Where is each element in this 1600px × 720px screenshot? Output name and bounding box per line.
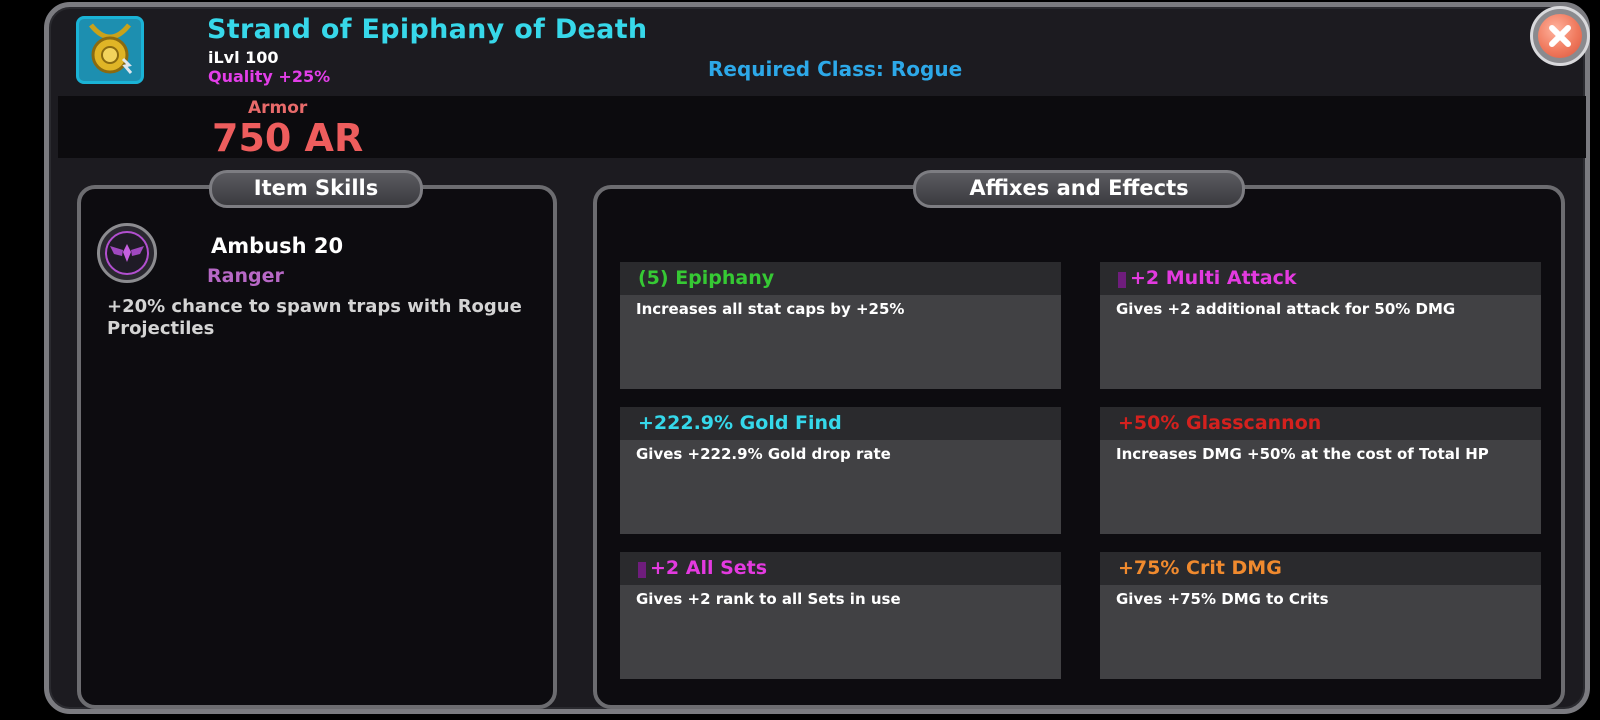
affix-card: +2 Multi Attack Gives +2 additional atta… bbox=[1100, 262, 1541, 389]
affix-card: +50% Glasscannon Increases DMG +50% at t… bbox=[1100, 407, 1541, 534]
affixes-tab: Affixes and Effects bbox=[913, 170, 1245, 208]
affix-description: Gives +2 additional attack for 50% DMG bbox=[1116, 300, 1456, 318]
gem-socket-icon bbox=[1118, 272, 1126, 288]
close-button[interactable] bbox=[1530, 6, 1590, 66]
affix-title: +2 Multi Attack bbox=[1100, 262, 1541, 295]
affix-description: Gives +2 rank to all Sets in use bbox=[636, 590, 901, 608]
close-icon[interactable] bbox=[1543, 19, 1577, 53]
gem-socket-icon bbox=[638, 562, 646, 578]
affix-description: Increases all stat caps by +25% bbox=[636, 300, 905, 318]
affix-title: (5) Epiphany bbox=[620, 262, 1061, 295]
affix-card: +75% Crit DMG Gives +75% DMG to Crits bbox=[1100, 552, 1541, 679]
skill-name: Ambush 20 bbox=[211, 234, 344, 258]
item-skills-tab: Item Skills bbox=[209, 170, 423, 208]
item-name: Strand of Epiphany of Death bbox=[207, 14, 648, 45]
item-quality: Quality +25% bbox=[208, 67, 331, 86]
affix-card: +2 All Sets Gives +2 rank to all Sets in… bbox=[620, 552, 1061, 679]
affix-description: Gives +75% DMG to Crits bbox=[1116, 590, 1329, 608]
item-level: iLvl 100 bbox=[208, 48, 279, 67]
affix-description: Gives +222.9% Gold drop rate bbox=[636, 445, 891, 463]
gold-amulet-icon bbox=[76, 16, 144, 84]
affix-description: Increases DMG +50% at the cost of Total … bbox=[1116, 445, 1489, 463]
winged-emblem-icon[interactable] bbox=[97, 223, 157, 283]
skill-class: Ranger bbox=[207, 265, 284, 287]
affix-title: +50% Glasscannon bbox=[1100, 407, 1541, 440]
affix-title: +75% Crit DMG bbox=[1100, 552, 1541, 585]
affix-card: +222.9% Gold Find Gives +222.9% Gold dro… bbox=[620, 407, 1061, 534]
required-class: Required Class: Rogue bbox=[708, 57, 963, 81]
armor-value: 750 AR bbox=[212, 116, 364, 160]
affix-title: +222.9% Gold Find bbox=[620, 407, 1061, 440]
affix-card: (5) Epiphany Increases all stat caps by … bbox=[620, 262, 1061, 389]
affix-title: +2 All Sets bbox=[620, 552, 1061, 585]
armor-label: Armor bbox=[248, 98, 308, 118]
skill-description: +20% chance to spawn traps with Rogue Pr… bbox=[107, 296, 522, 339]
